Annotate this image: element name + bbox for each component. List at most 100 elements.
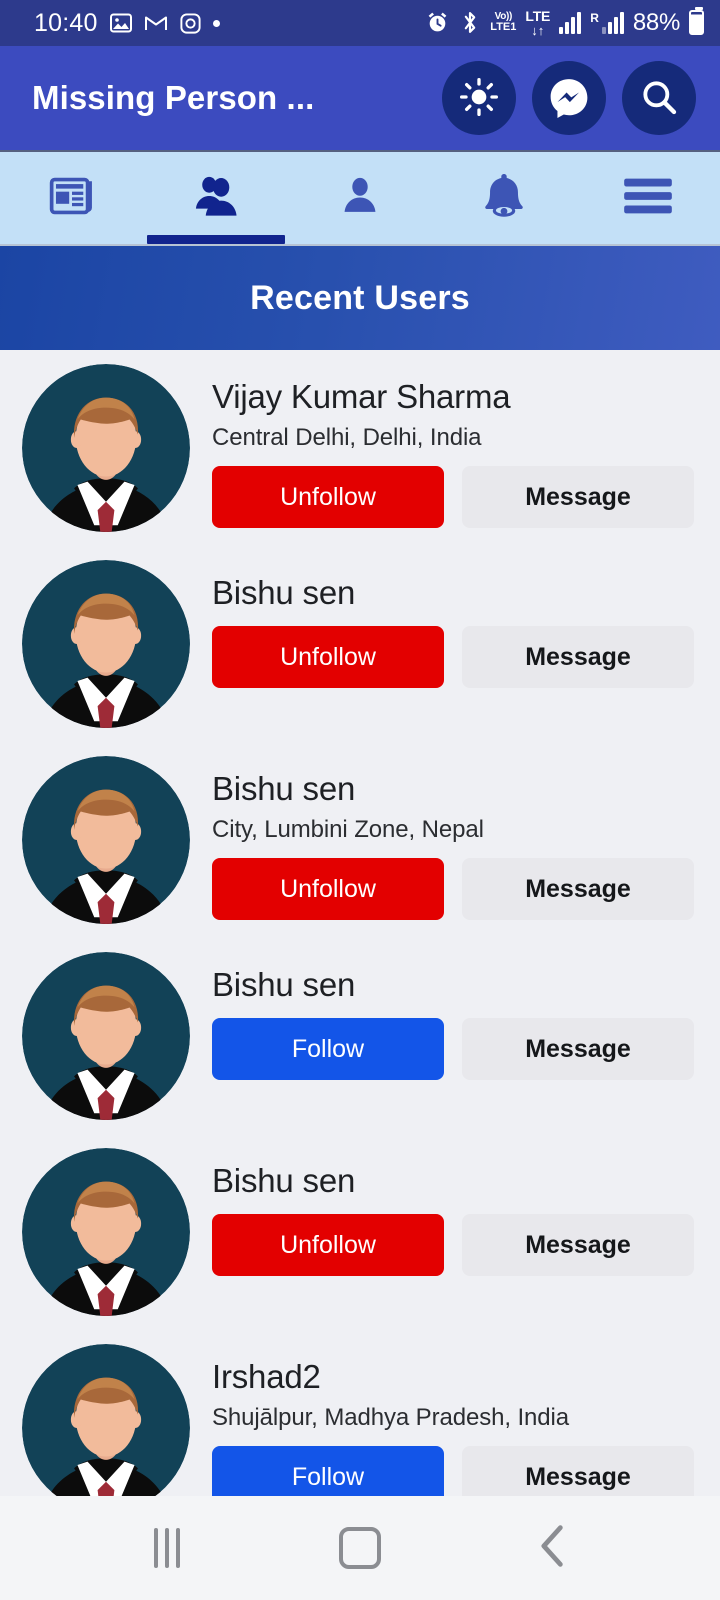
avatar[interactable] bbox=[22, 952, 190, 1120]
dot-indicator-icon bbox=[212, 19, 220, 27]
avatar-illustration bbox=[22, 364, 190, 532]
unfollow-button[interactable]: Unfollow bbox=[212, 858, 444, 921]
hamburger-menu-icon bbox=[622, 176, 674, 221]
status-bar: 10:40 Vo)) LTE1 LTE ↓↑ R 88% bbox=[0, 0, 720, 46]
volte-icon: Vo)) LTE1 bbox=[490, 11, 517, 34]
roaming-signal-icon: R bbox=[590, 11, 624, 34]
message-button[interactable]: Message bbox=[462, 466, 694, 529]
follow-button-wrapper: Follow bbox=[212, 1446, 444, 1496]
user-name[interactable]: Irshad2 bbox=[212, 1358, 694, 1396]
message-button-wrapper: Message bbox=[462, 1018, 694, 1081]
people-icon bbox=[188, 168, 244, 229]
follow-button-wrapper: Unfollow bbox=[212, 1214, 444, 1277]
alarm-icon bbox=[425, 10, 450, 35]
home-button[interactable] bbox=[315, 1503, 405, 1593]
search-button[interactable] bbox=[622, 61, 696, 135]
recents-button[interactable] bbox=[122, 1503, 212, 1593]
person-icon bbox=[335, 171, 385, 226]
tab-notifications[interactable] bbox=[432, 152, 576, 244]
follow-button-wrapper: Unfollow bbox=[212, 858, 444, 921]
user-row[interactable]: Vijay Kumar Sharma Central Delhi, Delhi, … bbox=[0, 350, 720, 546]
user-name[interactable]: Vijay Kumar Sharma bbox=[212, 378, 694, 416]
gmail-icon bbox=[144, 11, 168, 35]
message-button-wrapper: Message bbox=[462, 626, 694, 689]
tab-active-indicator bbox=[147, 235, 285, 244]
user-info: Bishu sen Unfollow Message bbox=[190, 1148, 694, 1277]
phone-screen: 10:40 Vo)) LTE1 LTE ↓↑ R 88% Missing Per… bbox=[0, 0, 720, 1600]
battery-icon bbox=[689, 7, 704, 36]
user-row[interactable]: Irshad2 Shujālpur, Madhya Pradesh, India F… bbox=[0, 1330, 720, 1496]
user-row[interactable]: Bishu sen Unfollow Message bbox=[0, 546, 720, 742]
user-info: Bishu sen Follow Message bbox=[190, 952, 694, 1081]
unfollow-button[interactable]: Unfollow bbox=[212, 1214, 444, 1277]
back-icon bbox=[535, 1524, 571, 1573]
user-name[interactable]: Bishu sen bbox=[212, 574, 694, 612]
app-bar: Missing Person ... bbox=[0, 46, 720, 150]
message-button[interactable]: Message bbox=[462, 1446, 694, 1496]
user-location: Shujālpur, Madhya Pradesh, India bbox=[212, 1404, 570, 1432]
user-row[interactable]: Bishu sen Follow Message bbox=[0, 938, 720, 1134]
avatar[interactable] bbox=[22, 1344, 190, 1496]
user-info: Irshad2 Shujālpur, Madhya Pradesh, India F… bbox=[190, 1344, 694, 1496]
tab-profile[interactable] bbox=[288, 152, 432, 244]
app-title: Missing Person ... bbox=[32, 79, 315, 116]
message-button[interactable]: Message bbox=[462, 1214, 694, 1277]
avatar[interactable] bbox=[22, 560, 190, 728]
signal-icon bbox=[559, 11, 582, 34]
recent-users-list[interactable]: Vijay Kumar Sharma Central Delhi, Delhi, … bbox=[0, 350, 720, 1496]
brightness-button[interactable] bbox=[442, 61, 516, 135]
user-actions: Unfollow Message bbox=[212, 1214, 694, 1277]
user-row[interactable]: Bishu sen City, Lumbini Zone, Nepal Unfoll… bbox=[0, 742, 720, 938]
message-button-wrapper: Message bbox=[462, 858, 694, 921]
tab-feed[interactable] bbox=[0, 152, 144, 244]
tab-bar bbox=[0, 150, 720, 246]
avatar-illustration bbox=[22, 1344, 190, 1496]
bluetooth-icon bbox=[459, 10, 481, 35]
avatar[interactable] bbox=[22, 756, 190, 924]
home-icon bbox=[338, 1527, 381, 1569]
message-button-wrapper: Message bbox=[462, 1214, 694, 1277]
user-info: Bishu sen City, Lumbini Zone, Nepal Unfoll… bbox=[190, 756, 694, 921]
avatar[interactable] bbox=[22, 1148, 190, 1316]
unfollow-button[interactable]: Unfollow bbox=[212, 466, 444, 529]
user-actions: Follow Message bbox=[212, 1446, 694, 1496]
avatar-illustration bbox=[22, 756, 190, 924]
user-info: Bishu sen Unfollow Message bbox=[190, 560, 694, 689]
bell-icon bbox=[477, 169, 531, 228]
battery-percent: 88% bbox=[632, 8, 680, 36]
status-bar-right: Vo)) LTE1 LTE ↓↑ R 88% bbox=[425, 7, 704, 38]
lte-data-icon: LTE ↓↑ bbox=[525, 7, 551, 38]
user-name[interactable]: Bishu sen bbox=[212, 1162, 694, 1200]
follow-button-wrapper: Unfollow bbox=[212, 626, 444, 689]
avatar-illustration bbox=[22, 952, 190, 1120]
message-button[interactable]: Message bbox=[462, 1018, 694, 1081]
status-bar-left: 10:40 bbox=[34, 9, 220, 38]
tab-menu[interactable] bbox=[576, 152, 720, 244]
avatar-illustration bbox=[22, 1148, 190, 1316]
user-name[interactable]: Bishu sen bbox=[212, 770, 694, 808]
follow-button[interactable]: Follow bbox=[212, 1018, 444, 1081]
message-button-wrapper: Message bbox=[462, 1446, 694, 1496]
photos-icon bbox=[109, 11, 133, 35]
user-name[interactable]: Bishu sen bbox=[212, 966, 694, 1004]
system-nav-bar bbox=[0, 1496, 720, 1600]
follow-button-wrapper: Unfollow bbox=[212, 466, 444, 529]
user-row[interactable]: Bishu sen Unfollow Message bbox=[0, 1134, 720, 1330]
message-button-wrapper: Message bbox=[462, 466, 694, 529]
follow-button[interactable]: Follow bbox=[212, 1446, 444, 1496]
app-bar-actions bbox=[442, 61, 696, 135]
message-button[interactable]: Message bbox=[462, 858, 694, 921]
messenger-button[interactable] bbox=[532, 61, 606, 135]
user-info: Vijay Kumar Sharma Central Delhi, Delhi, … bbox=[190, 364, 694, 529]
follow-button-wrapper: Follow bbox=[212, 1018, 444, 1081]
back-button[interactable] bbox=[508, 1503, 598, 1593]
user-actions: Follow Message bbox=[212, 1018, 694, 1081]
user-actions: Unfollow Message bbox=[212, 626, 694, 689]
brightness-icon bbox=[459, 77, 499, 120]
messenger-icon bbox=[548, 76, 590, 121]
unfollow-button[interactable]: Unfollow bbox=[212, 626, 444, 689]
status-time: 10:40 bbox=[34, 8, 98, 37]
message-button[interactable]: Message bbox=[462, 626, 694, 689]
avatar[interactable] bbox=[22, 364, 190, 532]
tab-users[interactable] bbox=[144, 152, 288, 244]
